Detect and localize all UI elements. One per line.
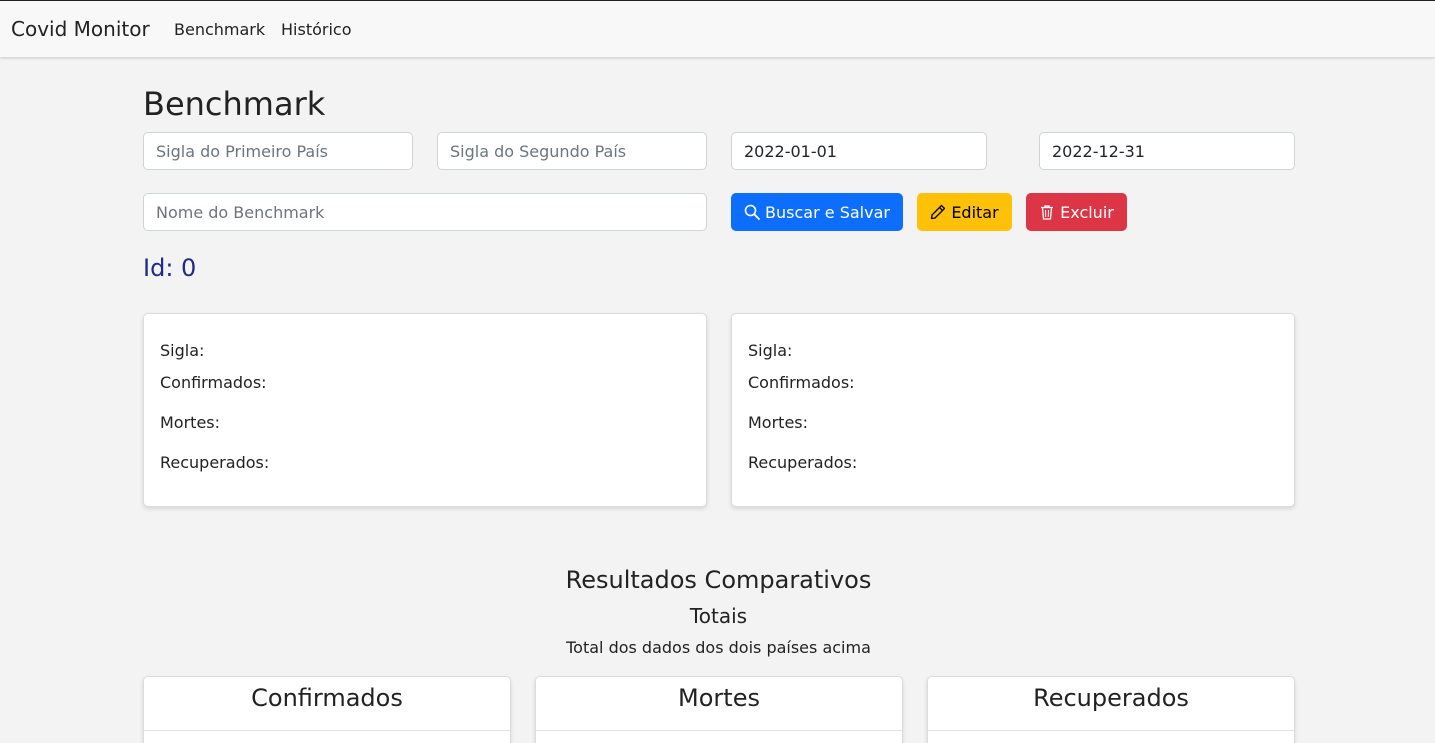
nav-link-historico[interactable]: Histórico xyxy=(281,20,351,39)
pencil-icon xyxy=(931,204,946,220)
benchmark-id: Id: 0 xyxy=(143,254,197,282)
first-country-card: Sigla: Confirmados: Mortes: Recuperados: xyxy=(143,313,707,507)
results-description: Total dos dados dos dois países acima xyxy=(566,638,871,657)
mortes-label: Mortes: xyxy=(748,413,809,432)
recuperados-label: Recuperados: xyxy=(748,453,858,472)
recuperados-label: Recuperados: xyxy=(160,453,270,472)
start-date-input[interactable] xyxy=(731,132,987,170)
card-header: Recuperados xyxy=(928,677,1294,731)
total-recuperados-card: Recuperados xyxy=(927,676,1295,743)
results-title: Resultados Comparativos xyxy=(565,566,872,594)
search-save-button[interactable]: Buscar e Salvar xyxy=(731,193,903,231)
second-country-card: Sigla: Confirmados: Mortes: Recuperados: xyxy=(731,313,1295,507)
brand-logo[interactable]: Covid Monitor xyxy=(11,17,150,41)
delete-button[interactable]: Excluir xyxy=(1026,193,1127,231)
benchmark-name-input[interactable] xyxy=(143,193,707,231)
edit-button[interactable]: Editar xyxy=(917,193,1012,231)
navbar: Covid Monitor Benchmark Histórico xyxy=(0,1,1435,57)
confirmados-label: Confirmados: xyxy=(160,373,267,392)
results-subtitle: Totais xyxy=(689,604,748,628)
second-country-input[interactable] xyxy=(437,132,707,170)
confirmados-label: Confirmados: xyxy=(748,373,855,392)
total-confirmados-card: Confirmados xyxy=(143,676,511,743)
first-country-input[interactable] xyxy=(143,132,413,170)
total-mortes-card: Mortes xyxy=(535,676,903,743)
search-save-label: Buscar e Salvar xyxy=(765,202,890,222)
page-title: Benchmark xyxy=(143,85,326,123)
edit-label: Editar xyxy=(951,202,999,222)
sigla-label: Sigla: xyxy=(160,341,205,360)
sigla-label: Sigla: xyxy=(748,341,793,360)
mortes-label: Mortes: xyxy=(160,413,221,432)
delete-label: Excluir xyxy=(1060,202,1114,222)
end-date-input[interactable] xyxy=(1039,132,1295,170)
search-icon xyxy=(744,204,760,220)
card-header: Mortes xyxy=(536,677,902,731)
nav-link-benchmark[interactable]: Benchmark xyxy=(174,20,265,39)
trash-icon xyxy=(1041,205,1054,220)
card-header: Confirmados xyxy=(144,677,510,731)
